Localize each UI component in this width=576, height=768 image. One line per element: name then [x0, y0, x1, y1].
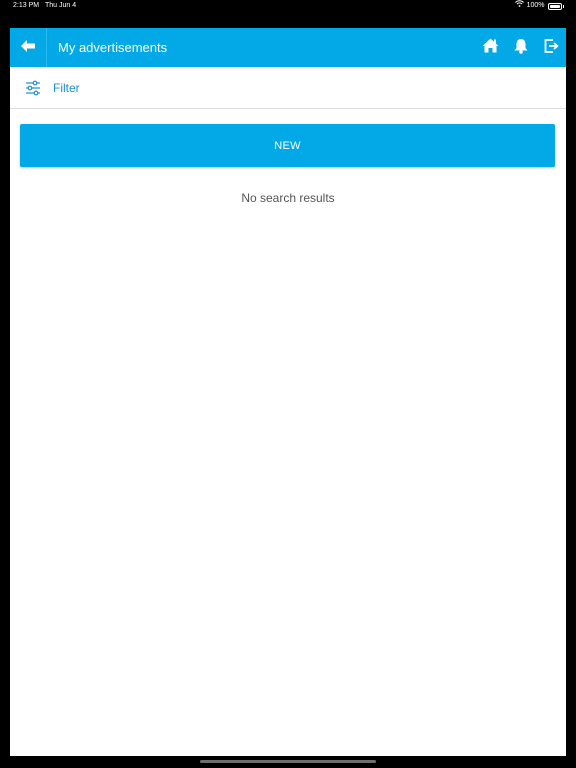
status-right: 100% [514, 0, 564, 12]
notifications-button[interactable] [512, 38, 530, 59]
page-title: My advertisements [58, 40, 168, 55]
home-indicator[interactable] [200, 760, 376, 763]
new-advertisement-button[interactable]: NEW [20, 124, 555, 167]
filter-toggle[interactable]: Filter [10, 67, 566, 109]
app-window: My advertisements Filter NEW No search r… [10, 28, 566, 756]
sliders-icon [25, 80, 41, 96]
battery-percent: 100% [526, 2, 545, 9]
arrow-left-icon [21, 39, 35, 57]
back-button[interactable] [10, 28, 47, 67]
status-date: Thu Jun 4 [45, 2, 77, 9]
empty-results-message: No search results [241, 191, 335, 205]
filter-label: Filter [53, 80, 80, 95]
home-button[interactable] [481, 38, 499, 58]
toolbar: My advertisements [10, 28, 566, 67]
logout-button[interactable] [542, 38, 560, 58]
logout-icon [544, 38, 559, 58]
battery-icon [547, 2, 562, 10]
status-bar: 2:13 PM Thu Jun 4 100% [0, 0, 576, 12]
bell-icon [514, 38, 528, 59]
status-time: 2:13 PM [13, 2, 40, 9]
home-icon [482, 38, 499, 58]
battery-tip [562, 4, 564, 8]
wifi-icon [514, 0, 524, 12]
